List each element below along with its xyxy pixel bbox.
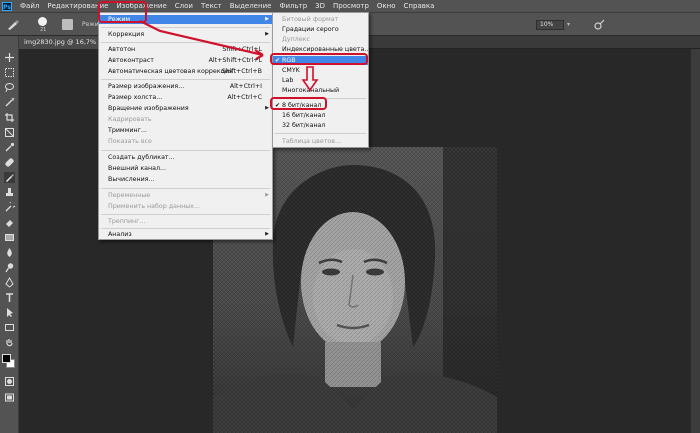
annotation-arrows: [139, 20, 319, 92]
